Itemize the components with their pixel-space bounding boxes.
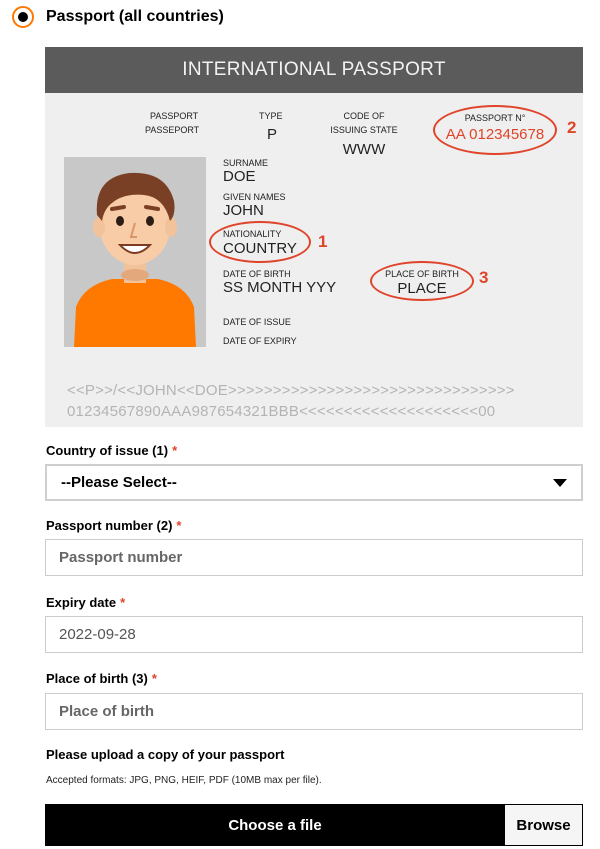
passport-option[interactable]: Passport (all countries) (12, 4, 224, 30)
issue-date-label: DATE OF ISSUE (223, 317, 291, 327)
upload-help-text: Accepted formats: JPG, PNG, HEIF, PDF (1… (46, 775, 322, 786)
given-names-value: JOHN (223, 202, 264, 219)
passport-no-label: PASSPORT N° (464, 113, 526, 123)
mrz-line-1: <<P>>/<<JOHN<<DOE>>>>>>>>>>>>>>>>>>>>>>>… (67, 382, 515, 399)
pob-label: PLACE OF BIRTH (385, 269, 459, 279)
upload-title: Please upload a copy of your passport (46, 747, 285, 762)
dob-value: SS MONTH YYY (223, 279, 337, 296)
passport-number-input[interactable]: Passport number (45, 539, 583, 576)
country-label: Country of issue (1) * (46, 443, 177, 458)
marker-2: 2 (567, 118, 577, 137)
passport-photo (64, 157, 206, 347)
place-of-birth-label: Place of birth (3) * (46, 671, 157, 686)
code-value: WWW (342, 141, 386, 158)
pob-value: PLACE (397, 280, 447, 297)
radio-selected-dot (18, 12, 28, 22)
passport-number-label-text: Passport number (2) (46, 518, 173, 533)
type-label: TYPE (259, 111, 283, 121)
passport-illustration: INTERNATIONAL PASSPORT PASSPORT PASSEPOR… (45, 47, 583, 427)
file-upload[interactable]: Choose a file Browse (45, 804, 583, 846)
passport-no-value: AA 012345678 (445, 126, 545, 143)
nationality-value: COUNTRY (223, 240, 297, 257)
marker-1: 1 (318, 232, 328, 251)
passport-label-2: PASSEPORT (145, 125, 200, 135)
passport-radio[interactable] (12, 6, 34, 28)
required-marker: * (151, 671, 157, 686)
code-label-2: ISSUING STATE (330, 125, 398, 135)
country-label-text: Country of issue (1) (46, 443, 169, 458)
passport-number-placeholder: Passport number (59, 549, 183, 566)
expiry-date-label-form: Expiry date * (46, 595, 125, 610)
expiry-date-value: 2022-09-28 (59, 626, 136, 643)
type-value: P (267, 126, 278, 143)
passport-option-label: Passport (all countries) (46, 8, 224, 25)
expiry-date-label: DATE OF EXPIRY (223, 336, 297, 346)
person-illustration (64, 157, 206, 347)
browse-button[interactable]: Browse (505, 804, 583, 846)
mrz-line-2: 01234567890AAA987654321BBB<<<<<<<<<<<<<<… (67, 403, 496, 420)
expiry-label-text: Expiry date (46, 595, 117, 610)
country-select[interactable]: --Please Select-- (45, 464, 583, 501)
place-of-birth-label-text: Place of birth (3) (46, 671, 148, 686)
passport-label-1: PASSPORT (150, 111, 199, 121)
place-of-birth-placeholder: Place of birth (59, 703, 155, 720)
required-marker: * (172, 443, 178, 458)
expiry-date-input[interactable]: 2022-09-28 (45, 616, 583, 653)
nationality-label: NATIONALITY (223, 229, 282, 239)
choose-file-button[interactable]: Choose a file (45, 804, 505, 846)
code-label-1: CODE OF (343, 111, 385, 121)
passport-title: INTERNATIONAL PASSPORT (45, 47, 583, 93)
chevron-down-icon (553, 478, 567, 487)
required-marker: * (176, 518, 182, 533)
surname-value: DOE (223, 168, 256, 185)
required-marker: * (120, 595, 126, 610)
place-of-birth-input[interactable]: Place of birth (45, 693, 583, 730)
passport-number-label: Passport number (2) * (46, 518, 181, 533)
country-select-value: --Please Select-- (61, 474, 177, 491)
marker-3: 3 (479, 268, 489, 287)
